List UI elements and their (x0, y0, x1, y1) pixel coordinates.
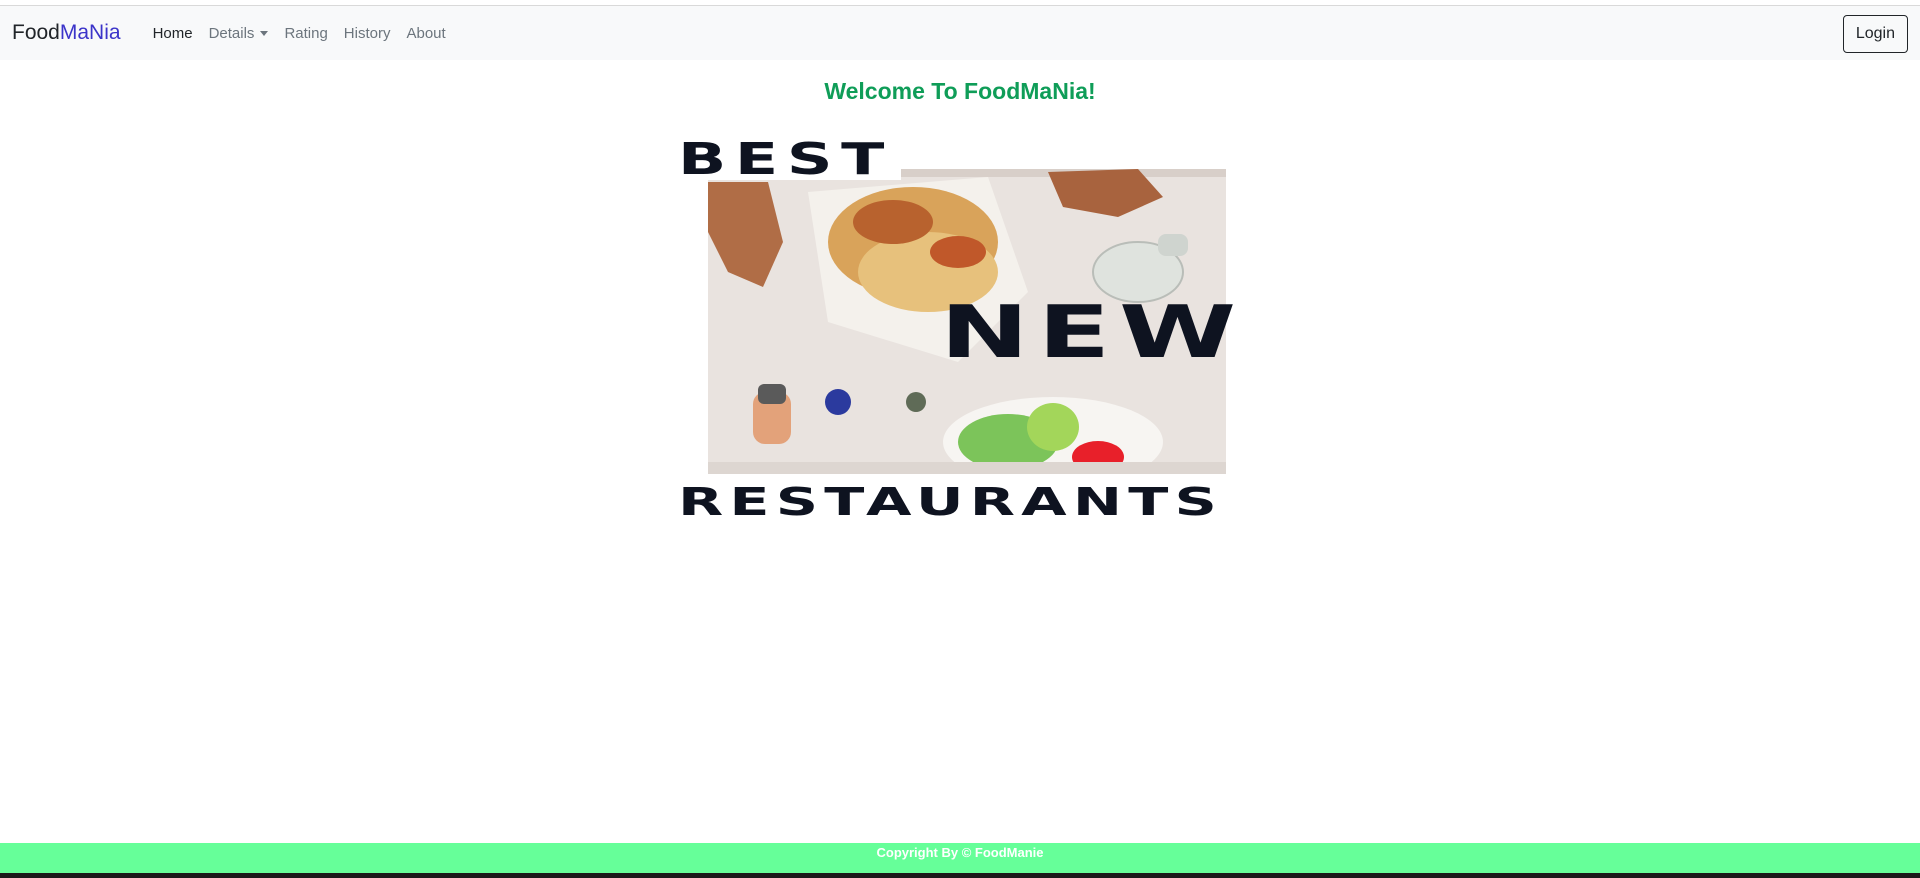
navbar: FoodMaNia Home Details Rating History Ab… (0, 6, 1920, 60)
brand-text-food: Food (12, 21, 60, 44)
nav-links: Home Details Rating History About (145, 25, 454, 42)
hero-text-best: BEST (678, 134, 893, 185)
hero-image: BEST NEW RESTAURANTS (658, 122, 1258, 527)
hero-text-new: NEW (940, 290, 1245, 374)
footer-copyright: Copyright By © FoodManie (876, 845, 1044, 860)
hero-text-restaurants: RESTAURANTS (678, 480, 1223, 524)
brand-text-mania: MaNia (59, 21, 121, 44)
nav-link-history[interactable]: History (336, 25, 399, 42)
nav-link-rating[interactable]: Rating (276, 25, 335, 42)
nav-link-home[interactable]: Home (145, 25, 201, 42)
hero-image-graphic: BEST NEW RESTAURANTS (668, 134, 1248, 524)
chevron-down-icon (260, 30, 269, 36)
login-button[interactable]: Login (1842, 15, 1908, 53)
brand-logo[interactable]: FoodMaNia (12, 21, 121, 45)
welcome-title: Welcome To FoodMaNia! (824, 78, 1096, 104)
nav-link-details-label: Details (208, 24, 255, 42)
nav-link-about[interactable]: About (398, 25, 453, 42)
footer: Copyright By © FoodManie (0, 843, 1920, 873)
nav-link-details-dropdown[interactable]: Details (201, 25, 277, 42)
browser-bottom-edge (0, 873, 1920, 878)
